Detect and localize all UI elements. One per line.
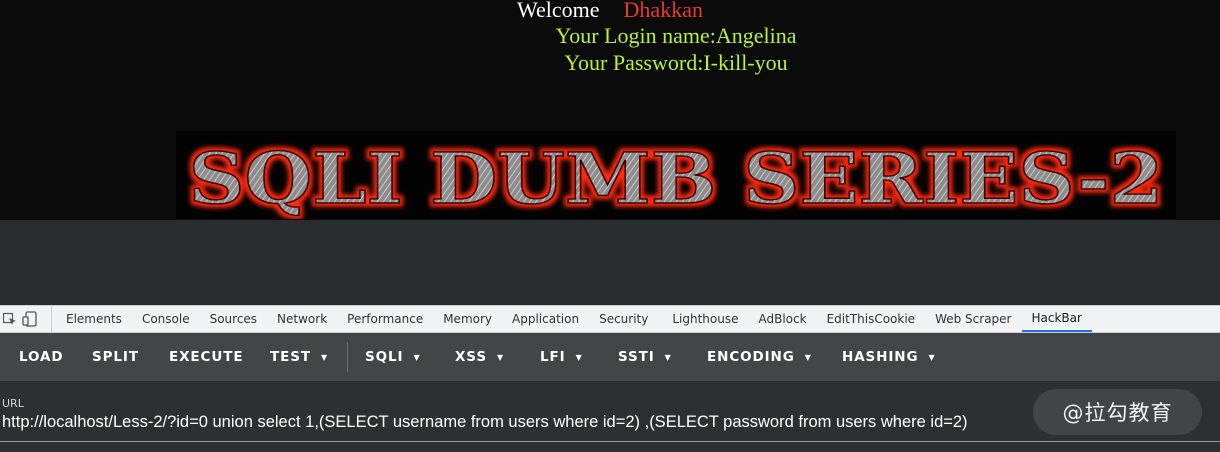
lfi-caret-down-icon: ▼ xyxy=(575,352,583,362)
tab-application[interactable]: Application xyxy=(502,306,589,332)
banner-image: SQLI DUMB SERIES-2 xyxy=(176,131,1176,219)
tab-console[interactable]: Console xyxy=(132,306,200,332)
banner-text: SQLI DUMB SERIES-2 xyxy=(189,137,1164,219)
tab-performance[interactable]: Performance xyxy=(337,306,433,332)
tab-web-scraper[interactable]: Web Scraper xyxy=(925,306,1021,332)
welcome-name: Dhakkan xyxy=(623,0,703,22)
toolbar-divider xyxy=(347,342,348,372)
test-button[interactable]: TEST ▼ xyxy=(270,333,328,381)
tab-sources[interactable]: Sources xyxy=(200,306,267,332)
sqli-button-label: SQLI xyxy=(365,349,404,365)
url-input-underline xyxy=(0,441,1220,442)
devtools-tab-bar: Elements Console Sources Network Perform… xyxy=(0,305,1220,333)
login-name-line: Your Login name:Angelina xyxy=(555,23,797,48)
tab-adblock[interactable]: AdBlock xyxy=(749,306,817,332)
sqli-caret-down-icon: ▼ xyxy=(413,352,421,362)
ssti-button[interactable]: SSTI ▼ xyxy=(618,333,672,381)
execute-button-label: EXECUTE xyxy=(169,349,244,365)
xss-caret-down-icon: ▼ xyxy=(496,352,505,362)
devtools-icon-group xyxy=(0,306,52,332)
encoding-caret-down-icon: ▼ xyxy=(804,352,812,362)
encoding-button-label: ENCODING xyxy=(707,349,795,365)
device-toolbar-icon[interactable] xyxy=(20,309,40,329)
ssti-button-label: SSTI xyxy=(618,349,655,365)
tab-security[interactable]: Security xyxy=(589,306,658,332)
url-input[interactable]: http://localhost/Less-2/?id=0 union sele… xyxy=(2,413,968,432)
tab-editthiscookie[interactable]: EditThisCookie xyxy=(817,306,926,332)
load-button-label: LOAD xyxy=(19,349,64,365)
split-button[interactable]: SPLIT xyxy=(92,333,139,381)
hashing-button[interactable]: HASHING ▼ xyxy=(842,333,936,381)
page-content: Welcome Dhakkan Your Login name:Angelina … xyxy=(0,0,1220,220)
tab-lighthouse[interactable]: Lighthouse xyxy=(658,306,748,332)
split-button-label: SPLIT xyxy=(92,349,139,365)
execute-button[interactable]: EXECUTE xyxy=(169,333,243,381)
inspect-element-icon[interactable] xyxy=(0,309,20,329)
test-caret-down-icon: ▼ xyxy=(320,352,329,362)
watermark-badge: @拉勾教育 xyxy=(1033,389,1202,435)
tab-elements[interactable]: Elements xyxy=(56,306,132,332)
sqli-button[interactable]: SQLI ▼ xyxy=(365,333,421,381)
ssti-caret-down-icon: ▼ xyxy=(664,352,672,362)
hashing-button-label: HASHING xyxy=(842,349,919,365)
lfi-button[interactable]: LFI ▼ xyxy=(540,333,583,381)
welcome-label: Welcome xyxy=(517,0,600,22)
test-button-label: TEST xyxy=(270,349,311,365)
tab-network[interactable]: Network xyxy=(267,306,337,332)
url-label: URL xyxy=(2,397,24,410)
tab-memory[interactable]: Memory xyxy=(433,306,502,332)
hashing-caret-down-icon: ▼ xyxy=(928,352,936,362)
browser-viewport-background xyxy=(0,220,1220,305)
welcome-line: Welcome Dhakkan xyxy=(0,0,1220,23)
hackbar-toolbar: LOAD SPLIT EXECUTE TEST ▼ SQLI ▼ XSS ▼ LFI ▼… xyxy=(0,333,1220,381)
encoding-button[interactable]: ENCODING ▼ xyxy=(707,333,812,381)
password-line: Your Password:I-kill-you xyxy=(564,50,788,75)
tab-hackbar[interactable]: HackBar xyxy=(1021,306,1092,332)
xss-button[interactable]: XSS ▼ xyxy=(455,333,504,381)
xss-button-label: XSS xyxy=(455,349,487,365)
lfi-button-label: LFI xyxy=(540,349,566,365)
load-button[interactable]: LOAD xyxy=(19,333,64,381)
